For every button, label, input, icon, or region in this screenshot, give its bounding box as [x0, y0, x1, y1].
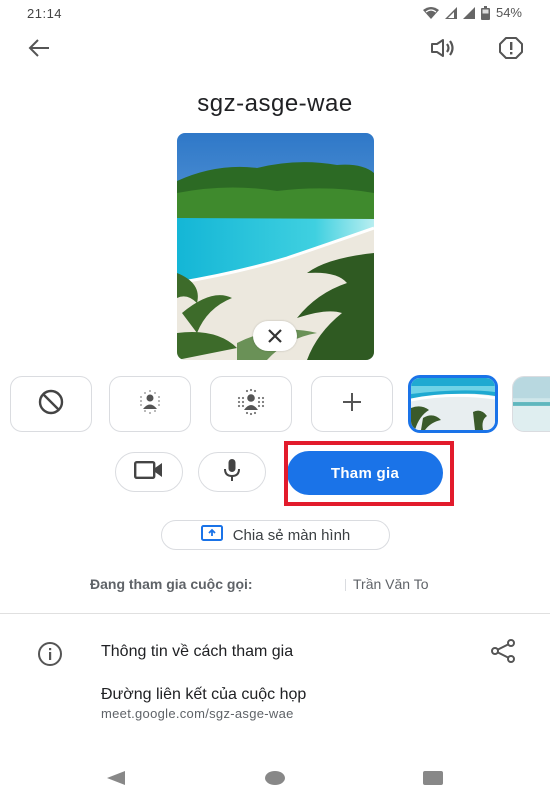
joined-participants: Đang tham gia cuộc gọi: Trần Văn To — [0, 576, 550, 596]
status-icons: 54% — [422, 5, 522, 20]
camera-preview — [177, 133, 374, 360]
camera-toggle-button[interactable] — [115, 452, 183, 492]
triangle-back-icon — [106, 770, 126, 791]
nav-back-button[interactable] — [96, 768, 136, 792]
circle-home-icon — [264, 770, 286, 791]
block-icon — [37, 388, 65, 421]
share-screen-label: Chia sẻ màn hình — [232, 526, 351, 544]
signal-icon — [444, 6, 457, 19]
videocam-icon — [134, 460, 164, 484]
status-bar: 21:14 54% — [0, 0, 550, 28]
square-recents-icon — [422, 770, 444, 791]
effects-row — [0, 375, 550, 434]
info-icon — [37, 641, 63, 672]
app-bar — [0, 28, 550, 72]
divider — [0, 613, 550, 614]
joined-label: Đang tham gia cuộc gọi: — [90, 576, 253, 592]
speaker-icon — [430, 38, 456, 63]
turn-off-effect-button[interactable] — [253, 321, 297, 351]
report-icon — [499, 36, 523, 64]
nav-recents-button[interactable] — [413, 768, 453, 792]
effect-none-button[interactable] — [10, 376, 92, 432]
arrow-left-icon — [28, 38, 50, 62]
battery-percent: 54% — [495, 5, 522, 20]
join-info-title: Thông tin về cách tham gia — [101, 643, 294, 660]
add-background-button[interactable] — [311, 376, 393, 432]
meeting-link-url[interactable]: meet.google.com/sgz-asge-wae — [101, 706, 294, 721]
share-screen-button[interactable]: Chia sẻ màn hình — [161, 520, 390, 550]
battery-icon — [480, 5, 490, 20]
present-screen-icon — [200, 525, 223, 545]
joined-separator — [345, 579, 346, 591]
system-nav-bar — [0, 760, 550, 800]
participant-name: Trần Văn To — [353, 576, 429, 592]
background-sea-option[interactable] — [512, 376, 550, 432]
join-button[interactable]: Tham gia — [287, 451, 443, 495]
report-problem-button[interactable] — [494, 36, 528, 64]
effect-slight-blur-button[interactable] — [109, 376, 191, 432]
blur-person-strong-icon — [235, 388, 267, 421]
share-link-button[interactable] — [486, 638, 520, 668]
back-button[interactable] — [24, 36, 54, 64]
beach-thumbnail — [411, 378, 495, 430]
status-time: 21:14 — [27, 6, 63, 21]
blur-person-icon — [135, 389, 165, 420]
audio-output-button[interactable] — [426, 36, 460, 64]
sea-thumbnail — [513, 377, 550, 431]
close-icon — [267, 328, 283, 344]
wifi-icon — [422, 6, 439, 19]
effect-blur-button[interactable] — [210, 376, 292, 432]
signal-icon — [462, 6, 475, 19]
plus-icon — [341, 391, 363, 418]
mic-toggle-button[interactable] — [198, 452, 266, 492]
background-beach-option[interactable] — [408, 375, 498, 433]
nav-home-button[interactable] — [255, 768, 295, 792]
mic-icon — [223, 458, 241, 487]
share-icon — [490, 638, 516, 668]
controls-row: Tham gia — [0, 451, 550, 495]
meeting-link-label: Đường liên kết của cuộc họp — [101, 686, 307, 703]
meeting-code: sgz-asge-wae — [197, 90, 353, 117]
join-info-row: Thông tin về cách tham gia — [0, 638, 550, 668]
